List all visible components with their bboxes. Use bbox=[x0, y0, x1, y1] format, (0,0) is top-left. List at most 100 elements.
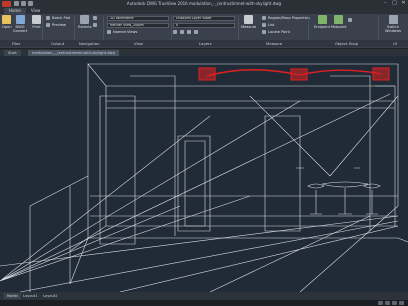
skylight-highlight bbox=[198, 67, 390, 81]
close-button[interactable]: ✕ bbox=[401, 1, 406, 6]
chair bbox=[307, 183, 325, 215]
preview-label: Preview bbox=[52, 23, 66, 27]
tab-model[interactable]: Model bbox=[4, 293, 21, 299]
region-mass-label: Region/Mass Properties bbox=[268, 16, 310, 20]
table-top bbox=[321, 181, 369, 188]
left-post bbox=[69, 186, 89, 285]
batch-plot-icon bbox=[46, 16, 50, 20]
preview-button[interactable]: Preview bbox=[46, 23, 66, 27]
ruler-icon bbox=[244, 15, 254, 24]
locate-point-label: Locate Point bbox=[268, 30, 291, 34]
chair bbox=[363, 183, 381, 215]
status-icons bbox=[378, 301, 404, 305]
region-mass-button[interactable]: Region/Mass Properties bbox=[262, 16, 310, 20]
batch-plot-button[interactable]: Batch Plot bbox=[46, 16, 70, 20]
building-wireframe bbox=[0, 63, 408, 292]
window-controls: – □ ✕ bbox=[383, 1, 406, 6]
orbit-icon bbox=[93, 23, 97, 27]
measure-label: Measure bbox=[241, 25, 257, 29]
layer-lock-icon[interactable] bbox=[180, 30, 184, 34]
print-button[interactable]: Print bbox=[32, 15, 41, 29]
pan-icon bbox=[93, 16, 97, 20]
layer-properties-icon[interactable] bbox=[194, 30, 198, 34]
column-block bbox=[264, 115, 301, 232]
window-inner bbox=[184, 140, 206, 227]
switch-windows-icon bbox=[388, 15, 398, 24]
switch-windows-button[interactable]: Switch Windows bbox=[383, 15, 403, 33]
locate-point-button[interactable]: Locate Point bbox=[262, 30, 290, 34]
group-label-view: View bbox=[134, 41, 144, 46]
maximize-button[interactable]: □ bbox=[392, 1, 397, 6]
tab-layout1[interactable]: Layout1 bbox=[20, 293, 41, 299]
endpoint-button[interactable]: Endpoint bbox=[314, 15, 330, 29]
layer-freeze-icon[interactable] bbox=[173, 30, 177, 34]
light-ray bbox=[0, 93, 391, 282]
settings-icon[interactable] bbox=[399, 301, 404, 305]
extents-button[interactable]: Extents bbox=[78, 15, 92, 29]
tab-layout2[interactable]: Layout2 bbox=[40, 293, 61, 299]
midpoint-snap-icon bbox=[334, 15, 344, 24]
column-block bbox=[99, 95, 136, 245]
measure-button[interactable]: Measure bbox=[241, 15, 256, 29]
zoom-extents-icon bbox=[80, 15, 90, 24]
batch-plot-label: Batch Plot bbox=[52, 16, 71, 20]
preview-icon bbox=[46, 23, 50, 27]
drawing-tabs: Start modulation_-_(entrustimnet-with-sk… bbox=[0, 49, 408, 56]
printer-icon bbox=[32, 15, 41, 24]
group-label-layers: Layers bbox=[199, 41, 212, 46]
left-frame bbox=[29, 175, 89, 292]
ribbon-panel: Open DWG Convert Print Batch Plot Previe… bbox=[0, 14, 408, 49]
grid-toggle-icon[interactable] bbox=[378, 301, 383, 305]
wireframe-drawing bbox=[0, 63, 408, 292]
folder-icon bbox=[2, 15, 12, 24]
layer-off-icon[interactable] bbox=[187, 30, 191, 34]
beam-line bbox=[106, 100, 395, 109]
group-label-navigation: Navigation bbox=[79, 41, 100, 46]
extents-label: Extents bbox=[78, 25, 92, 29]
midpoint-button[interactable]: Midpoint bbox=[331, 15, 347, 29]
column-block bbox=[130, 75, 176, 236]
orbit-button[interactable] bbox=[93, 23, 97, 27]
layer-tools bbox=[173, 30, 198, 34]
group-label-ui: UI bbox=[393, 41, 397, 46]
list-label: List bbox=[268, 23, 275, 27]
status-bar bbox=[0, 300, 408, 306]
visual-style-select[interactable]: 2D Wireframe bbox=[107, 16, 169, 21]
window-title: Autodesk DWG TrueView 2016 modulation_-_… bbox=[126, 1, 282, 6]
list-icon bbox=[262, 23, 266, 27]
light-ray bbox=[299, 205, 399, 292]
light-ray bbox=[119, 215, 399, 292]
print-label: Print bbox=[32, 25, 41, 29]
wall-edge bbox=[87, 63, 107, 239]
view-select[interactable]: Render View_20fpm bbox=[107, 23, 169, 28]
open-button[interactable]: Open bbox=[2, 15, 12, 29]
snap-toggle-icon[interactable] bbox=[385, 301, 390, 305]
named-views-label: Named Views bbox=[113, 30, 138, 34]
convert-icon bbox=[15, 15, 25, 24]
ortho-toggle-icon[interactable] bbox=[392, 301, 397, 305]
title-bar: Autodesk DWG TrueView 2016 modulation_-_… bbox=[0, 0, 408, 8]
app-window: Autodesk DWG TrueView 2016 modulation_-_… bbox=[0, 0, 408, 306]
locate-point-icon bbox=[262, 30, 266, 34]
drawing-viewport[interactable] bbox=[0, 56, 408, 292]
group-label-output: Output bbox=[51, 41, 65, 46]
dwg-convert-label: DWG Convert bbox=[13, 25, 28, 33]
open-label: Open bbox=[2, 25, 12, 29]
layer-state-select[interactable]: Unsaved Layer State bbox=[173, 16, 235, 21]
named-views-button[interactable]: Named Views bbox=[107, 30, 137, 34]
light-ray bbox=[0, 215, 399, 292]
layer-select[interactable]: 0 bbox=[173, 23, 235, 28]
endpoint-snap-icon bbox=[317, 15, 327, 24]
pan-button[interactable] bbox=[93, 16, 97, 20]
minimize-button[interactable]: – bbox=[383, 1, 388, 6]
dwg-convert-button[interactable]: DWG Convert bbox=[13, 15, 28, 33]
endpoint-label: Endpoint bbox=[314, 25, 330, 29]
group-label-measure: Measure bbox=[266, 41, 283, 46]
table-leg bbox=[338, 188, 352, 215]
group-label-files: Files bbox=[12, 41, 21, 46]
switch-windows-label: Switch Windows bbox=[384, 25, 402, 33]
right-wall bbox=[375, 85, 396, 226]
snap-more-button[interactable] bbox=[348, 18, 352, 22]
region-mass-icon bbox=[262, 16, 266, 20]
list-button[interactable]: List bbox=[262, 23, 274, 27]
